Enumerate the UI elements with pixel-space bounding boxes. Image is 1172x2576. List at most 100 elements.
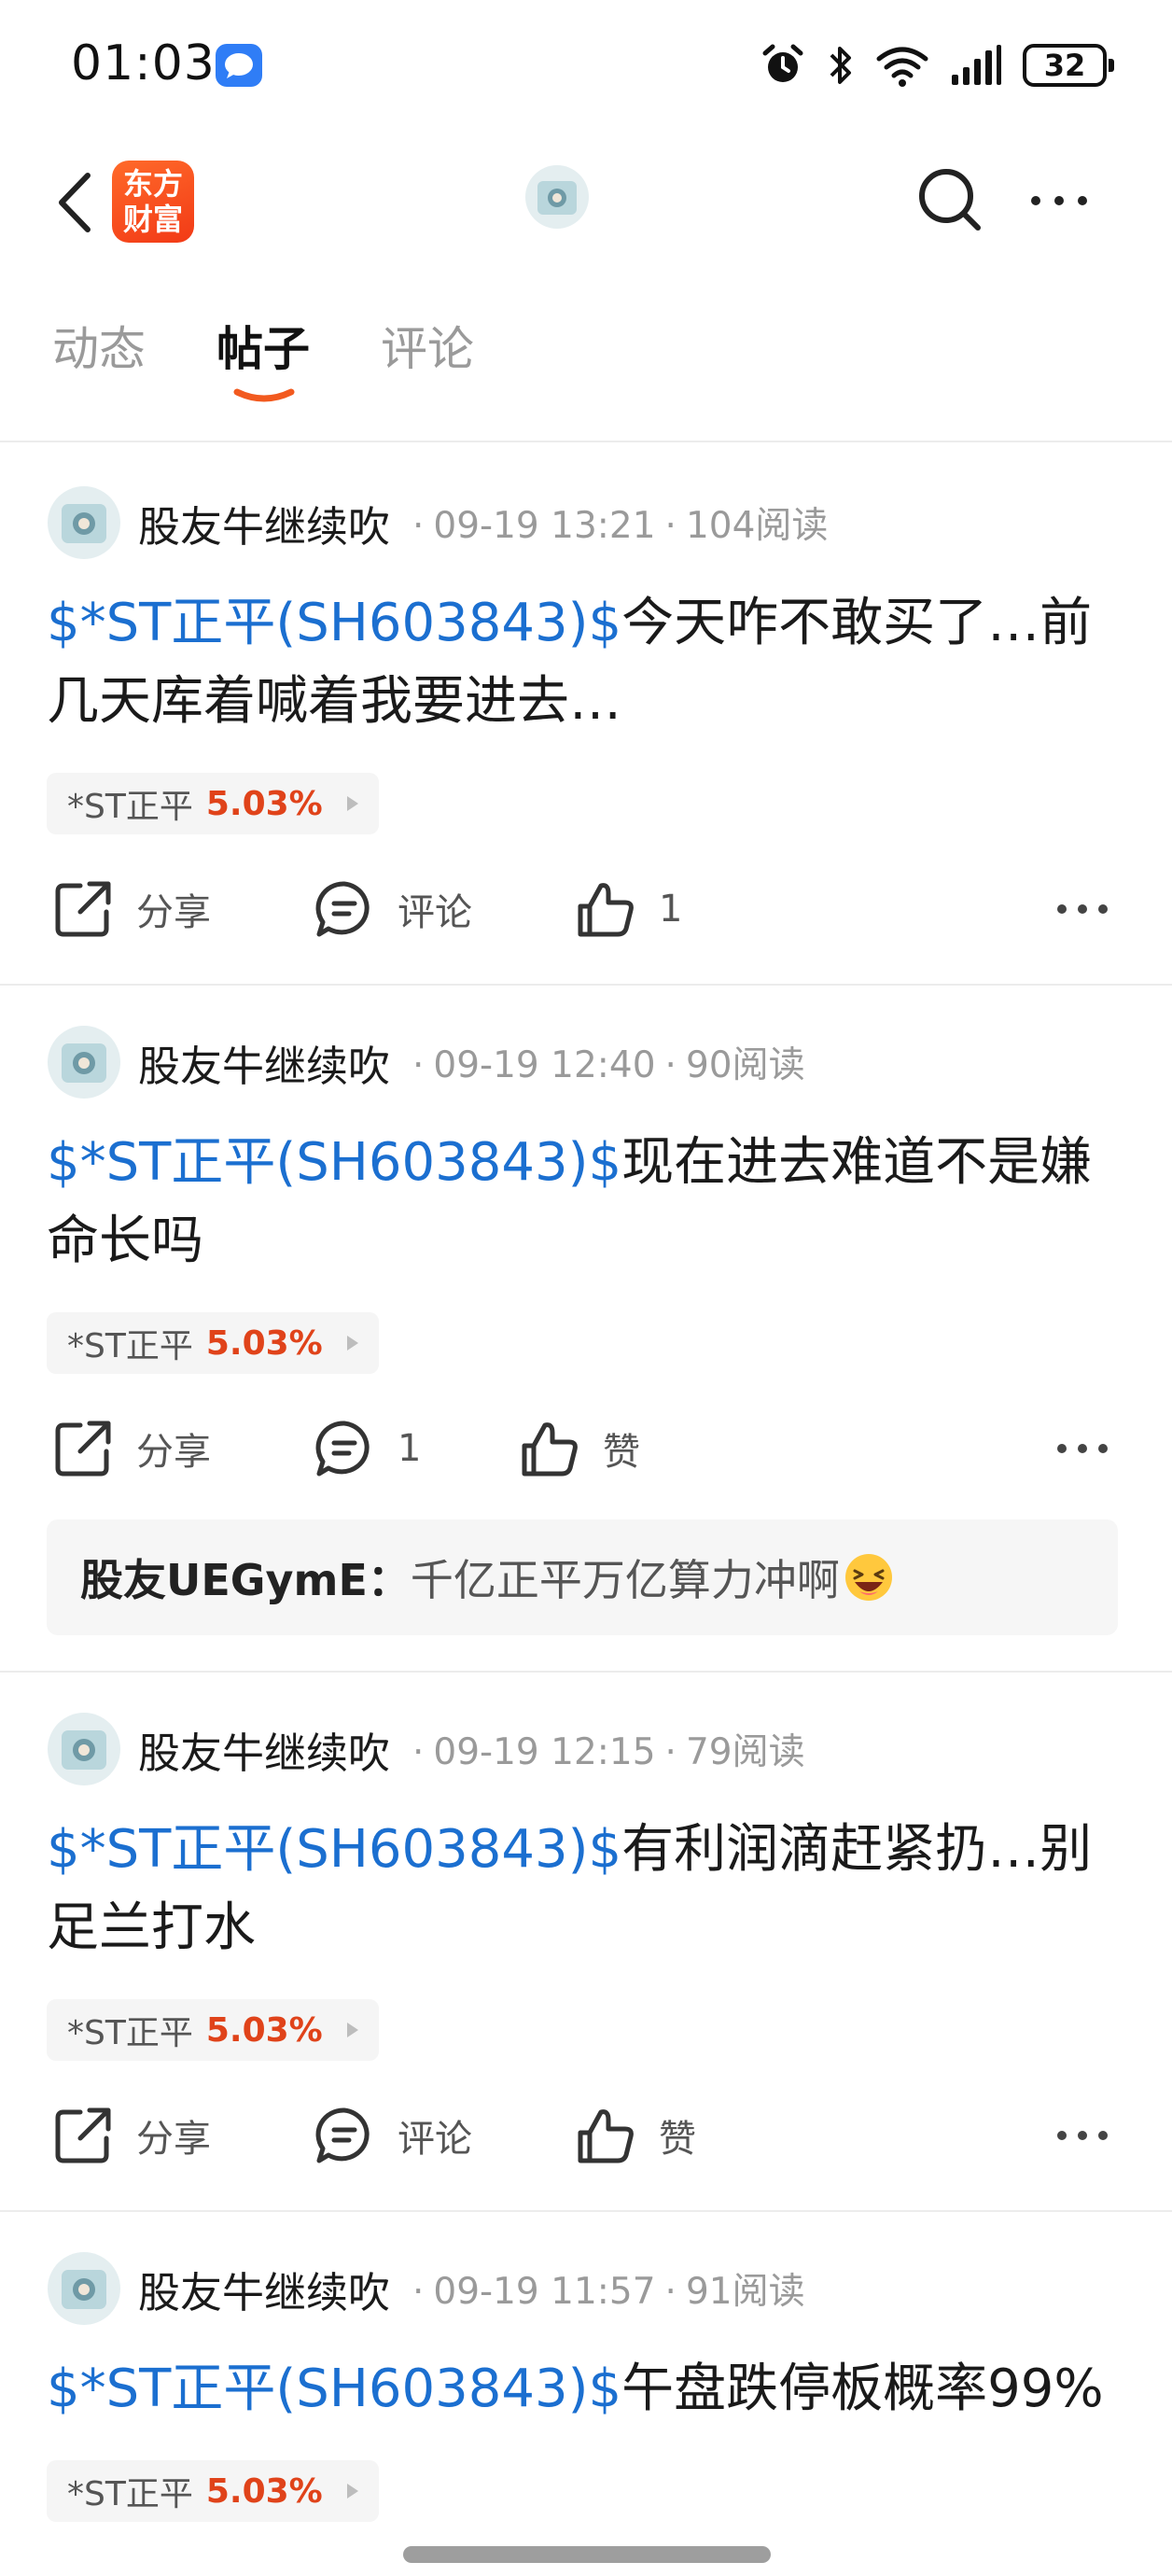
triangle-right-icon (346, 2023, 358, 2037)
post-meta: · 09-19 12:40 · 90阅读 (412, 1044, 805, 1086)
stock-tag[interactable]: *ST正平 5.03% (47, 2460, 379, 2522)
post-reads: 91阅读 (685, 2271, 805, 2313)
divider (0, 1671, 1172, 1673)
stock-link[interactable]: $*ST正平(SH603843)$ (47, 1132, 621, 1193)
more-icon[interactable] (1054, 900, 1110, 918)
tab-posts[interactable]: 帖子 (216, 312, 310, 379)
thumbs-up-icon (578, 883, 634, 937)
post-actions: 分享 1 赞 (0, 1411, 1172, 1486)
share-button[interactable]: 分享 (52, 1411, 211, 1486)
wifi-icon (876, 47, 928, 87)
stock-tag-change: 5.03% (205, 784, 323, 823)
post-content[interactable]: $*ST正平(SH603843)$现在进去难道不是嫌命长吗 (47, 1124, 1129, 1281)
status-icons: 32 (760, 37, 1114, 93)
comment-button[interactable]: 评论 (314, 872, 472, 946)
tab-dynamics[interactable]: 动态 (52, 312, 146, 379)
comment-button[interactable]: 评论 (314, 2098, 472, 2173)
post-text: 午盘跌停板概率99% (621, 2359, 1104, 2419)
status-time: 01:03 (71, 35, 216, 91)
comment-button[interactable]: 1 (314, 1411, 421, 1486)
active-tab-indicator (233, 388, 295, 402)
share-label: 分享 (136, 2118, 211, 2161)
comment-icon (315, 881, 370, 937)
bluetooth-icon (830, 47, 851, 84)
share-button[interactable]: 分享 (52, 2098, 211, 2173)
logo-line1: 东方 (122, 166, 183, 202)
more-options-icon[interactable] (1026, 187, 1092, 215)
post-content[interactable]: $*ST正平(SH603843)$有利润滴赶紧扔…别足兰打水 (47, 1811, 1129, 1967)
post-meta: · 09-19 13:21 · 104阅读 (412, 505, 829, 547)
home-indicator[interactable] (403, 2546, 771, 2563)
author-name[interactable]: 股友牛继续吹 (138, 493, 390, 553)
stock-link[interactable]: $*ST正平(SH603843)$ (47, 1819, 621, 1880)
post-content[interactable]: $*ST正平(SH603843)$午盘跌停板概率99% (47, 2350, 1129, 2429)
post-time: 09-19 11:57 (433, 2271, 656, 2313)
stock-tag-change: 5.03% (205, 2471, 323, 2511)
comment-label: 评论 (398, 891, 472, 934)
search-icon[interactable] (913, 162, 987, 237)
top-nav: 东方 财富 (0, 149, 1172, 252)
author-avatar[interactable] (47, 2251, 121, 2326)
post-time: 09-19 13:21 (433, 505, 656, 547)
user-avatar[interactable] (524, 164, 590, 230)
stock-tag[interactable]: *ST正平 5.03% (47, 773, 379, 834)
commenter-name[interactable]: 股友UEGymE： (80, 1547, 411, 1608)
app-logo[interactable]: 东方 财富 (112, 161, 194, 243)
like-button[interactable]: 赞 (575, 2098, 696, 2173)
stock-link[interactable]: $*ST正平(SH603843)$ (47, 593, 621, 653)
stock-tag-change: 5.03% (205, 2010, 323, 2050)
stock-link[interactable]: $*ST正平(SH603843)$ (47, 2359, 621, 2419)
divider (0, 2210, 1172, 2212)
author-name[interactable]: 股友牛继续吹 (138, 2259, 390, 2319)
post-reads: 104阅读 (685, 505, 829, 547)
laughing-emoji-icon (844, 1554, 892, 1601)
post-meta: · 09-19 12:15 · 79阅读 (412, 1731, 805, 1773)
divider (0, 984, 1172, 986)
triangle-right-icon (346, 1336, 358, 1351)
thumbs-up-icon (522, 1422, 578, 1477)
thumbs-up-icon (578, 2109, 634, 2163)
more-icon[interactable] (1054, 2126, 1110, 2145)
share-icon (55, 1421, 111, 1477)
like-label: 1 (659, 888, 683, 931)
post-header: 股友牛继续吹 · 09-19 11:57 · 91阅读 (47, 2249, 805, 2328)
author-name[interactable]: 股友牛继续吹 (138, 1719, 390, 1780)
signal-icon (952, 45, 1001, 85)
message-notification-icon (216, 44, 262, 87)
share-label: 分享 (136, 891, 211, 934)
share-icon (55, 2107, 111, 2163)
stock-tag-name: *ST正平 (67, 2014, 193, 2052)
post-header: 股友牛继续吹 · 09-19 13:21 · 104阅读 (47, 483, 828, 562)
post-meta: · 09-19 11:57 · 91阅读 (412, 2271, 805, 2313)
comment-text: 千亿正平万亿算力冲啊 (410, 1555, 840, 1605)
comment-icon (315, 1421, 370, 1477)
stock-tag-name: *ST正平 (67, 1327, 193, 1365)
post-header: 股友牛继续吹 · 09-19 12:15 · 79阅读 (47, 1710, 805, 1788)
author-avatar[interactable] (47, 1712, 121, 1786)
more-icon[interactable] (1054, 1439, 1110, 1458)
stock-tag[interactable]: *ST正平 5.03% (47, 1999, 379, 2061)
author-avatar[interactable] (47, 485, 121, 560)
stock-tag-name: *ST正平 (67, 2475, 193, 2513)
share-button[interactable]: 分享 (52, 872, 211, 946)
like-button[interactable]: 赞 (519, 1411, 640, 1486)
comment-count: 1 (398, 1427, 422, 1470)
like-button[interactable]: 1 (575, 872, 682, 946)
like-label: 赞 (603, 1431, 640, 1474)
triangle-right-icon (346, 2484, 358, 2499)
stock-tag-change: 5.03% (205, 1323, 323, 1363)
stock-tag-name: *ST正平 (67, 788, 193, 826)
post-content[interactable]: $*ST正平(SH603843)$今天咋不敢买了…前几天库着喊着我要进去… (47, 584, 1129, 741)
tab-comments[interactable]: 评论 (381, 312, 474, 379)
author-name[interactable]: 股友牛继续吹 (138, 1032, 390, 1093)
author-avatar[interactable] (47, 1025, 121, 1099)
comment-preview[interactable]: 股友UEGymE： 千亿正平万亿算力冲啊 (47, 1519, 1118, 1635)
share-label: 分享 (136, 1431, 211, 1474)
share-icon (55, 881, 111, 937)
back-arrow-icon[interactable] (54, 170, 95, 235)
stock-tag[interactable]: *ST正平 5.03% (47, 1312, 379, 1374)
post-time: 09-19 12:15 (433, 1731, 656, 1773)
comment-label: 评论 (398, 2118, 472, 2161)
post-actions: 分享 评论 赞 (0, 2098, 1172, 2173)
like-label: 赞 (659, 2118, 696, 2161)
